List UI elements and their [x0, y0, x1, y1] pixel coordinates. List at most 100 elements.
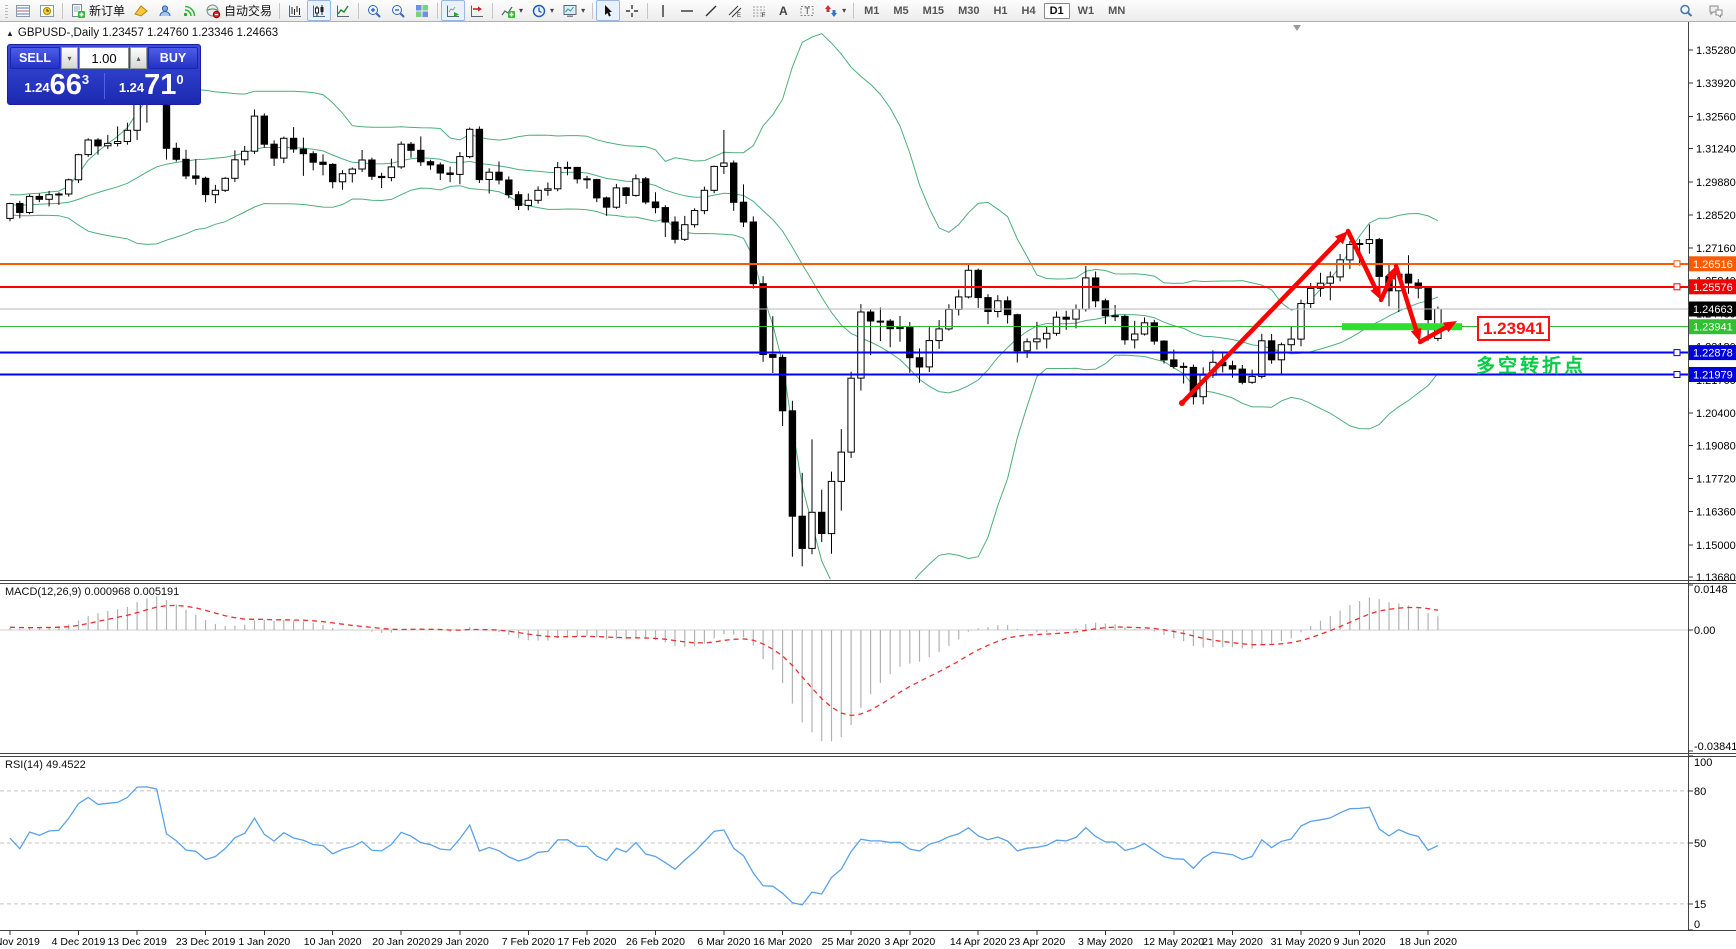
trendline-button[interactable] — [699, 0, 723, 21]
timeframe-m1[interactable]: M1 — [858, 3, 885, 19]
line-handle[interactable] — [1673, 371, 1681, 378]
auto-scroll-button[interactable] — [441, 0, 466, 21]
turning-point-label[interactable]: 多空转折点 — [1476, 351, 1586, 378]
chevron-down-icon[interactable]: ▾ — [519, 6, 523, 15]
market-watch-button[interactable] — [11, 0, 35, 21]
candle-body — [456, 156, 464, 175]
rsi-tick-label: 0 — [1694, 919, 1700, 931]
rsi-tick-label: 80 — [1694, 786, 1706, 798]
price-annotation-box[interactable]: 1.23941 — [1477, 316, 1551, 341]
indicators-icon — [501, 6, 516, 18]
line-handle[interactable] — [1673, 349, 1681, 357]
candle-body — [231, 159, 239, 179]
candle-body — [377, 175, 386, 179]
metaeditor-button[interactable] — [129, 0, 153, 21]
line-handle[interactable] — [1673, 283, 1681, 291]
vertical-line-button[interactable] — [651, 0, 675, 21]
crosshair-button[interactable] — [620, 0, 644, 21]
candle-body — [876, 320, 885, 323]
sell-button[interactable]: SELL — [10, 47, 60, 69]
search-button[interactable] — [1674, 0, 1698, 21]
zoom-in-button[interactable] — [362, 0, 386, 21]
volume-input[interactable] — [79, 47, 129, 69]
candle-body — [338, 173, 347, 183]
date-tick-label: 29 Jan 2020 — [431, 936, 489, 948]
line-handle[interactable] — [1673, 260, 1681, 268]
candle-body — [769, 354, 777, 358]
buy-price-big: 71 — [144, 68, 177, 101]
new-order-button[interactable]: 新订单 — [66, 0, 129, 21]
timeframe-h4[interactable]: H4 — [1016, 3, 1042, 19]
chat-button[interactable] — [1704, 0, 1728, 21]
sell-price[interactable]: 1.24 66 3 — [10, 68, 104, 101]
autotrading-icon — [206, 4, 221, 18]
candle-body — [1140, 322, 1149, 335]
chevron-down-icon[interactable]: ▾ — [842, 6, 846, 15]
buy-price[interactable]: 1.24 71 0 — [105, 68, 199, 101]
candle-body — [671, 221, 679, 240]
chart-shift-button[interactable] — [465, 0, 489, 21]
chevron-down-icon[interactable]: ▾ — [581, 6, 585, 15]
channel-button[interactable]: E — [723, 0, 747, 21]
candle-body — [524, 199, 532, 206]
cursor-button[interactable] — [596, 0, 621, 21]
candle-body — [123, 129, 132, 143]
chart-shift-marker[interactable] — [1293, 25, 1301, 31]
chart-line-button[interactable] — [331, 0, 355, 21]
volume-increase-button[interactable]: ▴ — [130, 47, 147, 69]
timeframe-d1[interactable]: D1 — [1043, 2, 1070, 19]
volume-decrease-button[interactable]: ▾ — [61, 47, 78, 69]
signals-button[interactable] — [177, 0, 201, 21]
rsi-indicator-label: RSI(14) 49.4522 — [5, 759, 86, 771]
candle-body — [94, 139, 102, 147]
timeframe-w1[interactable]: W1 — [1072, 3, 1101, 19]
date-tick-label: 10 Jan 2020 — [304, 936, 362, 948]
chart-candles-button[interactable] — [307, 0, 332, 21]
candle-body — [1326, 276, 1334, 284]
tile-windows-button[interactable] — [410, 0, 434, 21]
candle-body — [407, 143, 415, 151]
candle-body — [1179, 365, 1188, 368]
date-tick-label: 14 Apr 2020 — [950, 936, 1007, 948]
fibonacci-button[interactable]: F — [747, 0, 771, 21]
candle-body — [241, 150, 249, 161]
candle-body — [964, 269, 973, 298]
templates-button[interactable]: ▾ — [558, 0, 589, 21]
arrows-button[interactable]: ▾ — [819, 0, 850, 21]
text-label-button[interactable]: T — [795, 0, 819, 21]
candle-body — [1424, 287, 1432, 321]
candle-body — [896, 326, 904, 330]
timeframe-h1[interactable]: H1 — [987, 3, 1013, 19]
candle-body — [1052, 316, 1061, 334]
terminal-button[interactable] — [153, 0, 177, 21]
chart-title: ▲ GBPUSD-,Daily 1.23457 1.24760 1.23346 1… — [6, 27, 278, 39]
candle-body — [192, 175, 200, 179]
timeframe-mn[interactable]: MN — [1102, 3, 1131, 19]
candle-body — [1258, 340, 1266, 377]
sell-price-big: 66 — [49, 68, 82, 101]
text-button[interactable]: A — [771, 0, 795, 21]
periods-button[interactable]: ▾ — [527, 0, 558, 21]
horizontal-line-button[interactable] — [675, 0, 699, 21]
buy-button[interactable]: BUY — [148, 47, 198, 69]
price-chart[interactable]: 1.35280 1.33920 1.32560 1.31240 1.29880 1.285… — [0, 0, 1736, 949]
date-tick-label: 17 Feb 2020 — [558, 936, 617, 948]
data-window-button[interactable] — [35, 0, 59, 21]
candle-body — [583, 178, 591, 181]
autotrading-button[interactable]: 自动交易 — [201, 0, 276, 21]
timeframe-m30[interactable]: M30 — [952, 3, 985, 19]
rsi-tick-label: 50 — [1694, 838, 1706, 850]
collapse-icon[interactable]: ▲ — [6, 29, 14, 38]
chevron-down-icon[interactable]: ▾ — [550, 6, 554, 15]
date-tick-label: 4 Dec 2019 — [52, 936, 106, 948]
candle-body — [162, 98, 171, 149]
candle-body — [309, 153, 317, 163]
trendline-icon — [705, 5, 717, 16]
timeframe-m15[interactable]: M15 — [917, 3, 950, 19]
price-line-axis-label: 1.26516 — [1693, 259, 1733, 271]
indicators-button[interactable]: ▾ — [496, 0, 527, 21]
chart-bars-button[interactable] — [283, 0, 307, 21]
zoom-out-button[interactable] — [386, 0, 410, 21]
timeframe-m5[interactable]: M5 — [887, 3, 914, 19]
candle-body — [426, 161, 435, 166]
